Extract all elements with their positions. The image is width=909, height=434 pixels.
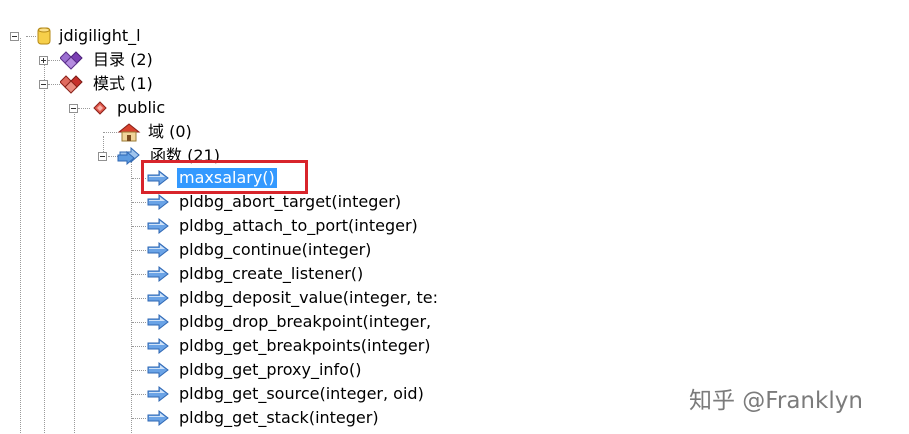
function-item-label: pldbg_continue(integer) xyxy=(179,240,372,259)
tree-line xyxy=(44,84,45,433)
tree-line xyxy=(132,298,146,299)
tree-line xyxy=(48,84,60,85)
function-arrow-icon xyxy=(146,240,172,260)
function-arrow-icon xyxy=(146,264,172,284)
function-item-label: pldbg_drop_breakpoint(integer, xyxy=(179,312,432,331)
function-arrow-icon xyxy=(146,216,172,236)
tree-line xyxy=(132,226,146,227)
function-item[interactable]: pldbg_deposit_value(integer, te: xyxy=(146,286,440,310)
function-arrow-icon xyxy=(146,312,172,332)
function-item[interactable]: pldbg_drop_breakpoint(integer, xyxy=(146,310,433,334)
tree-node-label: public xyxy=(117,98,166,117)
schema-item-icon xyxy=(90,98,110,118)
tree-line xyxy=(103,132,117,133)
function-item-label: pldbg_get_source(integer, oid) xyxy=(179,384,424,403)
collapse-toggle-public[interactable] xyxy=(69,104,78,113)
collapse-toggle-functions[interactable] xyxy=(98,152,107,161)
function-item-label: pldbg_deposit_value(integer, te: xyxy=(179,288,438,307)
tree-node-public[interactable]: public xyxy=(90,96,167,120)
function-arrow-icon xyxy=(146,384,172,404)
function-arrow-icon xyxy=(146,336,172,356)
function-item-label: pldbg_abort_target(integer) xyxy=(179,192,402,211)
tree-line xyxy=(131,160,132,433)
tree-line xyxy=(132,394,146,395)
object-browser-tree: jdigilight_l 目录 (2) 模式 (1) public 域 (0) … xyxy=(0,0,909,434)
function-item[interactable]: pldbg_get_source(integer, oid) xyxy=(146,382,426,406)
function-item[interactable]: pldbg_continue(integer) xyxy=(146,238,373,262)
function-item[interactable]: pldbg_get_stack(integer) xyxy=(146,406,381,430)
tree-line xyxy=(78,108,90,109)
collapse-toggle-root[interactable] xyxy=(10,32,19,41)
domain-icon xyxy=(117,122,141,142)
tree-node-label: jdigilight_l xyxy=(59,26,141,45)
highlight-annotation-box xyxy=(141,160,308,194)
tree-node-label: 模式 (1) xyxy=(93,74,153,93)
function-item-label: pldbg_create_listener() xyxy=(179,264,364,283)
tree-node-domains[interactable]: 域 (0) xyxy=(117,120,194,144)
schema-icon xyxy=(60,74,86,94)
tree-node-label: 目录 (2) xyxy=(93,50,153,69)
tree-line xyxy=(132,322,146,323)
catalog-icon xyxy=(60,50,86,70)
expand-toggle-catalogs[interactable] xyxy=(39,56,48,65)
tree-line xyxy=(26,36,36,37)
function-item[interactable]: pldbg_get_variables(integer) xyxy=(146,430,411,434)
function-item[interactable]: pldbg_create_listener() xyxy=(146,262,365,286)
tree-line xyxy=(132,370,146,371)
tree-line xyxy=(48,60,60,61)
tree-line xyxy=(132,418,146,419)
watermark: 知乎 @Franklyn xyxy=(689,388,863,414)
function-arrow-icon xyxy=(146,360,172,380)
function-item-label: pldbg_get_proxy_info() xyxy=(179,360,362,379)
function-item-label: pldbg_attach_to_port(integer) xyxy=(179,216,418,235)
function-arrow-icon xyxy=(146,192,172,212)
tree-node-label: 域 (0) xyxy=(148,122,192,141)
function-item-label: pldbg_get_stack(integer) xyxy=(179,408,379,427)
function-arrow-icon xyxy=(146,288,172,308)
tree-line xyxy=(74,110,75,433)
function-item[interactable]: pldbg_get_proxy_info() xyxy=(146,358,363,382)
database-icon xyxy=(36,26,52,46)
tree-line xyxy=(132,346,146,347)
collapse-toggle-schemas[interactable] xyxy=(39,80,48,89)
functions-icon xyxy=(117,146,143,166)
tree-line xyxy=(132,250,146,251)
function-item-label: pldbg_get_breakpoints(integer) xyxy=(179,336,431,355)
tree-line xyxy=(132,202,146,203)
tree-node-root[interactable]: jdigilight_l xyxy=(36,24,143,48)
tree-node-schemas[interactable]: 模式 (1) xyxy=(60,72,155,96)
tree-line xyxy=(20,38,21,433)
tree-line xyxy=(132,274,146,275)
function-item[interactable]: pldbg_get_breakpoints(integer) xyxy=(146,334,433,358)
tree-node-catalogs[interactable]: 目录 (2) xyxy=(60,48,155,72)
function-item[interactable]: pldbg_attach_to_port(integer) xyxy=(146,214,420,238)
function-arrow-icon xyxy=(146,408,172,428)
